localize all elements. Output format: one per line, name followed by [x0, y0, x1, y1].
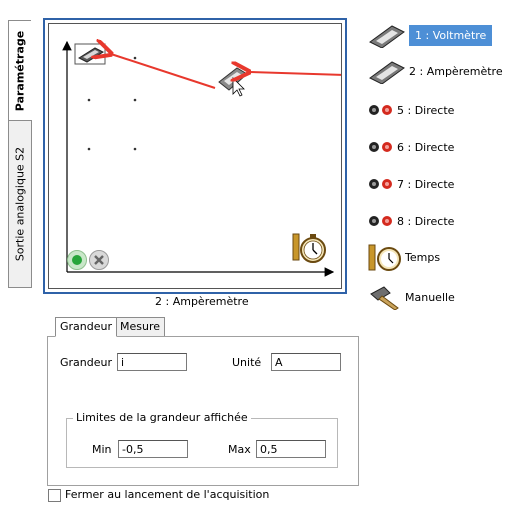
- sensor-label: Temps: [405, 250, 441, 264]
- stopwatch-icon: [368, 244, 401, 271]
- unite-input[interactable]: A: [271, 353, 341, 371]
- tab-grandeur-label: Grandeur: [60, 320, 113, 333]
- sensor-item-voltmetre[interactable]: 1 : Voltmètre: [368, 22, 493, 48]
- max-label: Max: [228, 443, 251, 456]
- close-on-start-checkbox[interactable]: [48, 489, 61, 502]
- sensor-item-amperemetre[interactable]: 2 : Ampèremètre: [368, 58, 503, 84]
- tab-mesure[interactable]: Mesure: [115, 317, 166, 337]
- limits-group-title: Limites de la grandeur affichée: [73, 411, 251, 424]
- tab-sortie-analogique[interactable]: Sortie analogique S2: [8, 120, 32, 288]
- sensor-label: 1 : Voltmètre: [409, 24, 493, 46]
- tab-sortie-analogique-label: Sortie analogique S2: [13, 146, 27, 262]
- voltmeter-icon: [369, 25, 405, 48]
- x-axis-sensor-label: 2 : Ampèremètre: [155, 295, 249, 308]
- sensor-item-manuelle[interactable]: Manuelle: [368, 284, 455, 310]
- direct-input-icon: [369, 179, 392, 189]
- validate-button[interactable]: [67, 250, 87, 270]
- grandeur-input[interactable]: i: [117, 353, 187, 371]
- hammer-icon: [370, 286, 399, 310]
- sensor-item-directe-7[interactable]: 7 : Directe: [368, 171, 454, 197]
- sensor-item-directe-8[interactable]: 8 : Directe: [368, 208, 454, 234]
- green-dot-icon: [72, 255, 82, 265]
- cancel-button[interactable]: [89, 250, 109, 270]
- grid-dots: [87, 56, 137, 151]
- sensor-label: 2 : Ampèremètre: [409, 64, 503, 78]
- dragged-ammeter-icon: [218, 67, 248, 97]
- close-on-start-label: Fermer au lancement de l'acquisition: [65, 488, 270, 501]
- graph-panel[interactable]: [43, 18, 347, 294]
- sensor-label: 8 : Directe: [397, 214, 455, 228]
- tab-parametrage[interactable]: Paramétrage: [8, 20, 31, 122]
- graph-svg: [62, 24, 341, 277]
- tab-parametrage-label: Paramétrage: [13, 30, 27, 112]
- close-icon: [94, 255, 104, 265]
- tab-mesure-label: Mesure: [120, 320, 161, 333]
- y-axis-sensor-slot: [74, 43, 106, 65]
- x-axis-stopwatch-icon: [292, 233, 326, 263]
- min-input[interactable]: -0,5: [118, 440, 188, 458]
- sensor-label: Manuelle: [405, 290, 455, 304]
- sensor-label: 7 : Directe: [397, 177, 455, 191]
- max-input[interactable]: 0,5: [256, 440, 326, 458]
- red-arrow-to-slot: [111, 54, 216, 89]
- min-label: Min: [92, 443, 112, 456]
- vertical-tab-strip: Paramétrage Sortie analogique S2: [6, 20, 32, 288]
- grandeur-label: Grandeur: [60, 356, 113, 369]
- graph-canvas[interactable]: [48, 23, 342, 289]
- ammeter-icon: [369, 61, 405, 84]
- tab-grandeur[interactable]: Grandeur: [55, 317, 118, 337]
- sensor-label: 5 : Directe: [397, 103, 455, 117]
- sensor-label: 6 : Directe: [397, 140, 455, 154]
- direct-input-icon: [369, 105, 392, 115]
- sensor-item-directe-5[interactable]: 5 : Directe: [368, 97, 454, 123]
- direct-input-icon: [369, 216, 392, 226]
- sensor-item-directe-6[interactable]: 6 : Directe: [368, 134, 454, 160]
- direct-input-icon: [369, 142, 392, 152]
- red-arrow-to-graph: [249, 72, 341, 76]
- sensor-item-temps[interactable]: Temps: [368, 244, 441, 271]
- unite-label: Unité: [232, 356, 262, 369]
